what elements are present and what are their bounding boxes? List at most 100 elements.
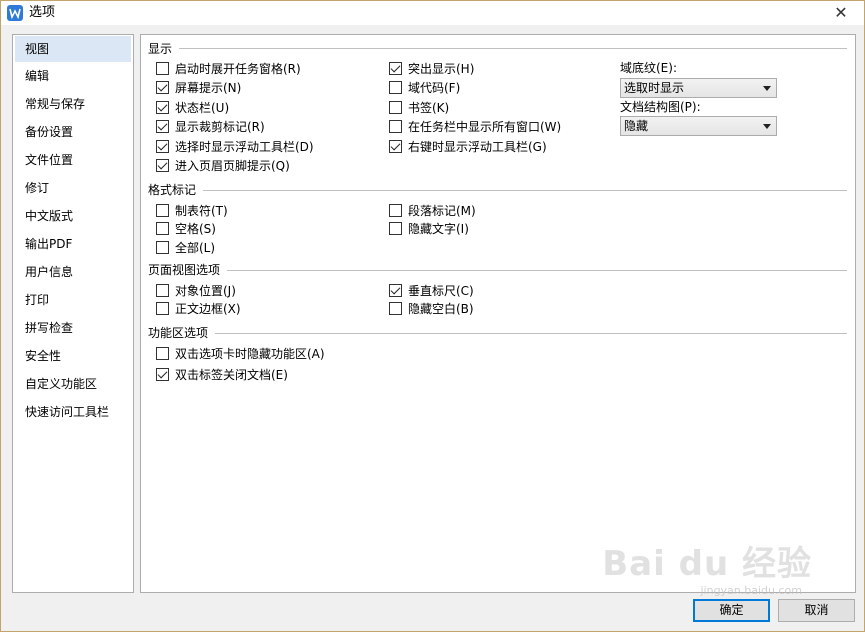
checkbox-option[interactable]: 空格(S) bbox=[156, 220, 216, 238]
sidebar-item[interactable]: 打印 bbox=[13, 286, 133, 314]
doc-map-select[interactable]: 隐藏 bbox=[620, 116, 777, 136]
checkbox-label: 双击标签关闭文档(E) bbox=[175, 367, 288, 382]
checkbox-label: 状态栏(U) bbox=[175, 100, 230, 115]
checkbox-label: 对象位置(J) bbox=[175, 283, 236, 298]
ok-button[interactable]: 确定 bbox=[693, 599, 770, 622]
options-dialog: 选项 ✕ 视图 编辑 常规与保存 备份设置 文件位置 修订 中文版式 输出PDF 用户信息 打印拼… bbox=[0, 0, 865, 632]
checkbox-option[interactable]: 段落标记(M) bbox=[389, 201, 476, 219]
dialog-title: 选项 bbox=[29, 5, 56, 20]
sidebar-item[interactable]: 文件位置 bbox=[13, 146, 133, 174]
checkbox-label: 双击选项卡时隐藏功能区(A) bbox=[175, 346, 325, 361]
checkbox-option[interactable]: 突出显示(H) bbox=[389, 59, 474, 77]
checkbox-option[interactable]: 制表符(T) bbox=[156, 201, 228, 219]
checkbox-unchecked[interactable] bbox=[156, 240, 169, 254]
checkbox-label: 突出显示(H) bbox=[408, 61, 475, 76]
checkbox-option[interactable]: 屏幕提示(N) bbox=[156, 79, 241, 97]
cancel-button[interactable]: 取消 bbox=[778, 599, 855, 622]
checkbox-label: 选择时显示浮动工具栏(D) bbox=[175, 139, 314, 154]
chevron-down-icon bbox=[763, 86, 771, 91]
checkbox-checked[interactable] bbox=[156, 139, 169, 153]
sidebar-item[interactable]: 中文版式 bbox=[13, 202, 133, 230]
checkbox-label: 正文边框(X) bbox=[175, 302, 241, 316]
checkbox-option[interactable]: 进入页眉页脚提示(Q) bbox=[156, 157, 290, 175]
checkbox-unchecked[interactable] bbox=[156, 346, 169, 360]
checkbox-unchecked[interactable] bbox=[156, 302, 169, 315]
sidebar-item[interactable]: 安全性 bbox=[13, 342, 133, 370]
checkbox-label: 书签(K) bbox=[408, 100, 450, 115]
sidebar-item[interactable]: 常规与保存 bbox=[13, 90, 133, 118]
baidu-watermark-url: jingyan.baidu.com bbox=[700, 584, 802, 597]
checkbox-unchecked[interactable] bbox=[389, 302, 402, 315]
sidebar-item[interactable]: 编辑 bbox=[13, 62, 133, 90]
checkbox-option[interactable]: 书签(K) bbox=[389, 98, 449, 116]
sidebar-item[interactable]: 快速访问工具栏 bbox=[13, 398, 133, 426]
checkbox-unchecked[interactable] bbox=[156, 222, 169, 235]
checkbox-label: 段落标记(M) bbox=[408, 203, 476, 218]
checkbox-checked[interactable] bbox=[156, 159, 169, 172]
checkbox-unchecked[interactable] bbox=[156, 61, 169, 75]
checkbox-unchecked[interactable] bbox=[389, 100, 402, 114]
checkbox-checked[interactable] bbox=[156, 120, 169, 133]
checkbox-option[interactable]: 垂直标尺(C) bbox=[389, 281, 474, 299]
checkbox-label: 右键时显示浮动工具栏(G) bbox=[408, 139, 547, 154]
checkbox-label: 制表符(T) bbox=[175, 203, 228, 218]
checkbox-option[interactable]: 域代码(F) bbox=[389, 79, 460, 97]
sidebar-item[interactable]: 拼写检查 bbox=[13, 314, 133, 342]
checkbox-option[interactable]: 对象位置(J) bbox=[156, 281, 236, 299]
checkbox-option[interactable]: 显示裁剪标记(R) bbox=[156, 118, 265, 136]
sidebar-item[interactable]: 视图 bbox=[15, 36, 131, 62]
checkbox-option[interactable]: 启动时展开任务窗格(R) bbox=[156, 59, 301, 77]
section-title-format-marks: 格式标记 bbox=[148, 182, 201, 198]
section-title-ribbon: 功能区选项 bbox=[148, 325, 213, 341]
sidebar-item[interactable]: 自定义功能区 bbox=[13, 370, 133, 398]
checkbox-label: 启动时展开任务窗格(R) bbox=[175, 61, 301, 76]
title-bar: 选项 ✕ bbox=[1, 1, 864, 25]
doc-map-value: 隐藏 bbox=[624, 119, 649, 133]
checkbox-unchecked[interactable] bbox=[156, 283, 169, 297]
checkbox-label: 域代码(F) bbox=[408, 81, 461, 95]
checkbox-option[interactable]: 在任务栏中显示所有窗口(W) bbox=[389, 118, 561, 136]
section-divider bbox=[203, 190, 847, 191]
checkbox-option[interactable]: 隐藏空白(B) bbox=[389, 300, 474, 318]
checkbox-unchecked[interactable] bbox=[389, 81, 402, 94]
options-category-list: 视图 编辑 常规与保存 备份设置 文件位置 修订 中文版式 输出PDF 用户信息 打印 拼写检查 安全… bbox=[12, 34, 134, 593]
checkbox-option[interactable]: 正文边框(X) bbox=[156, 300, 241, 318]
sidebar-item[interactable]: 备份设置 bbox=[13, 118, 133, 146]
checkbox-option[interactable]: 隐藏文字(I) bbox=[389, 220, 469, 238]
checkbox-checked[interactable] bbox=[389, 61, 402, 75]
view-options-panel: 显示 域底纹(E): 选取时显示 文档结构图(P): 隐藏 格式标记 页面视图选… bbox=[140, 34, 856, 593]
checkbox-label: 在任务栏中显示所有窗口(W) bbox=[408, 120, 562, 134]
checkbox-checked[interactable] bbox=[156, 367, 169, 381]
close-button[interactable]: ✕ bbox=[826, 3, 856, 23]
sidebar-item[interactable]: 用户信息 bbox=[13, 258, 133, 286]
checkbox-label: 全部(L) bbox=[175, 240, 216, 255]
checkbox-option[interactable]: 双击选项卡时隐藏功能区(A) bbox=[156, 344, 325, 362]
checkbox-option[interactable]: 双击标签关闭文档(E) bbox=[156, 365, 288, 383]
checkbox-option[interactable]: 选择时显示浮动工具栏(D) bbox=[156, 137, 314, 155]
field-shading-select[interactable]: 选取时显示 bbox=[620, 78, 777, 98]
section-divider bbox=[179, 48, 847, 49]
checkbox-unchecked[interactable] bbox=[389, 120, 402, 133]
checkbox-unchecked[interactable] bbox=[389, 203, 402, 217]
section-title-display: 显示 bbox=[148, 41, 177, 57]
chevron-down-icon bbox=[763, 124, 771, 129]
sidebar-item[interactable]: 输出PDF bbox=[13, 230, 133, 258]
checkbox-option[interactable]: 全部(L) bbox=[156, 238, 215, 256]
checkbox-checked[interactable] bbox=[156, 81, 169, 94]
checkbox-option[interactable]: 状态栏(U) bbox=[156, 98, 229, 116]
checkbox-label: 隐藏空白(B) bbox=[408, 302, 474, 316]
sidebar-item[interactable]: 修订 bbox=[13, 174, 133, 202]
section-divider bbox=[227, 270, 847, 271]
baidu-watermark: Bai du 经验 bbox=[602, 544, 812, 584]
checkbox-checked[interactable] bbox=[389, 139, 402, 153]
checkbox-unchecked[interactable] bbox=[156, 203, 169, 217]
section-title-page-view: 页面视图选项 bbox=[148, 262, 225, 278]
checkbox-option[interactable]: 右键时显示浮动工具栏(G) bbox=[389, 137, 547, 155]
checkbox-checked[interactable] bbox=[389, 283, 402, 297]
checkbox-checked[interactable] bbox=[156, 100, 169, 114]
checkbox-unchecked[interactable] bbox=[389, 222, 402, 235]
checkbox-label: 进入页眉页脚提示(Q) bbox=[175, 159, 290, 173]
field-shading-label: 域底纹(E): bbox=[620, 61, 677, 75]
field-shading-value: 选取时显示 bbox=[624, 81, 685, 95]
checkbox-label: 空格(S) bbox=[175, 222, 216, 236]
